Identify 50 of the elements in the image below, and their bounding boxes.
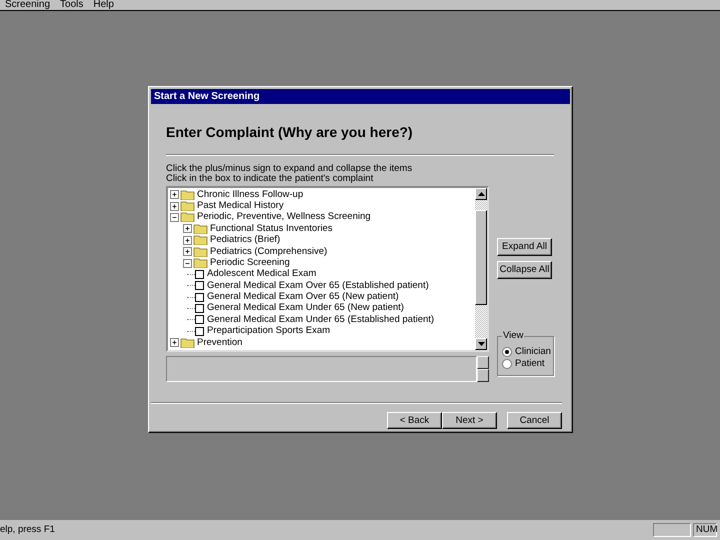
- folder-icon: [193, 258, 209, 268]
- dialog-button[interactable]: < Back: [387, 412, 442, 429]
- menu-item[interactable]: Screening: [0, 0, 56, 10]
- menu-item[interactable]: Help: [88, 0, 119, 10]
- plus-icon[interactable]: [170, 190, 179, 200]
- folder-icon: [193, 224, 209, 234]
- instruction-text: Click in the box to indicate the patient's complaint: [166, 174, 374, 184]
- plus-icon[interactable]: [183, 247, 192, 256]
- checkbox[interactable]: [195, 292, 204, 302]
- side-button[interactable]: Collapse All: [497, 261, 552, 279]
- side-button[interactable]: Expand All: [497, 238, 552, 256]
- checkbox[interactable]: [195, 304, 204, 314]
- checkbox[interactable]: [195, 315, 204, 324]
- folder-icon: [180, 338, 196, 348]
- scroll-down-button[interactable]: [475, 338, 487, 350]
- spin-down-button[interactable]: [477, 369, 489, 382]
- checkbox[interactable]: [195, 326, 204, 336]
- folder-icon: [180, 190, 196, 200]
- plus-icon[interactable]: [183, 224, 192, 234]
- checkbox[interactable]: [195, 281, 204, 290]
- dialog-heading: Enter Complaint (Why are you here?): [166, 124, 414, 140]
- dialog-button[interactable]: Next >: [442, 412, 497, 429]
- instruction-text: Click the plus/minus sign to expand and collapse the items: [166, 164, 414, 174]
- up-arrow-icon: [478, 192, 484, 196]
- group-label: View: [502, 331, 524, 341]
- minus-icon[interactable]: [183, 258, 192, 268]
- folder-icon: [193, 235, 209, 246]
- checkbox[interactable]: [195, 270, 204, 279]
- status-text: elp, press F1: [0, 522, 56, 537]
- radio-button[interactable]: [502, 359, 512, 369]
- down-arrow-icon: [478, 342, 484, 346]
- status-pane: NUM: [693, 523, 717, 537]
- spin-up-button[interactable]: [477, 356, 489, 369]
- folder-icon: [180, 212, 196, 222]
- status-pane: [652, 523, 690, 537]
- menu-item[interactable]: Tools: [55, 0, 88, 10]
- plus-icon[interactable]: [183, 236, 192, 245]
- folder-icon: [193, 246, 209, 257]
- tree-item[interactable]: Pediatrics (Brief): [210, 233, 280, 248]
- dialog-button[interactable]: Cancel: [507, 412, 562, 429]
- radio-label: Clinician: [515, 346, 551, 358]
- plus-icon[interactable]: [170, 202, 179, 211]
- radio-button[interactable]: [502, 347, 512, 357]
- radio-label: Patient: [515, 358, 545, 370]
- dialog-title: Start a New Screening: [151, 89, 570, 104]
- minus-icon[interactable]: [170, 212, 179, 222]
- plus-icon[interactable]: [170, 338, 179, 348]
- scroll-thumb[interactable]: [475, 210, 487, 305]
- folder-icon: [180, 201, 196, 212]
- scroll-up-button[interactable]: [475, 188, 487, 200]
